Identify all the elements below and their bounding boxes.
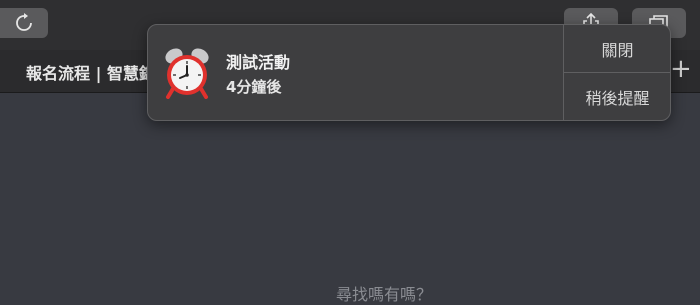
bookmark-item[interactable]: 報名流程 | 智慧錦 [26, 60, 155, 84]
page-content: 尋找嗎有嗎？ [0, 93, 700, 304]
snooze-button[interactable]: 稍後提醒 [564, 73, 670, 120]
notification-title: 測試活動 [226, 53, 291, 72]
notification-banner[interactable]: 測試活動 4分鐘後 關閉 稍後提醒 [147, 24, 671, 121]
reload-button[interactable] [0, 8, 48, 38]
notification-actions: 關閉 稍後提醒 [563, 25, 670, 120]
close-button[interactable]: 關閉 [564, 25, 670, 73]
notification-subtitle: 4分鐘後 [226, 78, 282, 96]
reload-icon [16, 13, 32, 31]
alarm-clock-icon [165, 48, 209, 99]
page-partial-text: 尋找嗎有嗎？ [336, 285, 433, 304]
new-tab-button[interactable]: + [670, 56, 692, 82]
